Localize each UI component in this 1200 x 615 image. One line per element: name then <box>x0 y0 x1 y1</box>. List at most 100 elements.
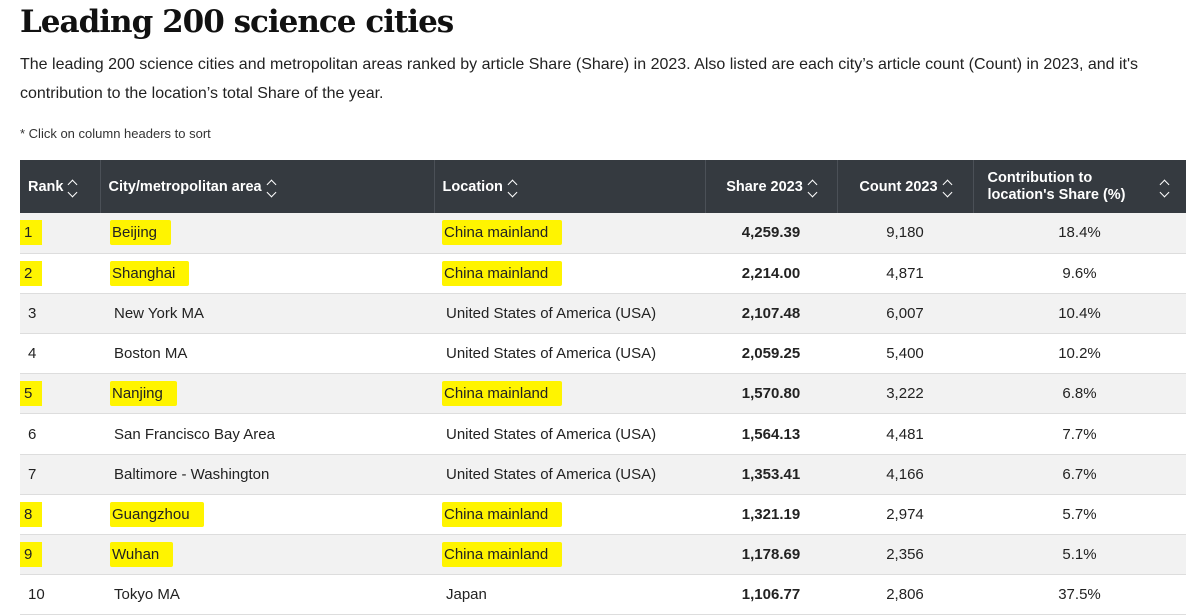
count-cell: 4,481 <box>837 414 973 454</box>
location-cell: China mainland <box>434 374 705 414</box>
table-row: 8 Guangzhou China mainland 1,321.19 2,974 5.7… <box>20 494 1186 535</box>
column-header-rank[interactable]: Rank <box>20 160 101 213</box>
location-cell: China mainland <box>434 494 705 534</box>
column-header-label: Share 2023 <box>726 178 803 195</box>
count-cell-text: 9,180 <box>886 224 924 242</box>
location-cell: United States of America (USA) <box>434 414 705 454</box>
column-header-location[interactable]: Location <box>434 160 706 213</box>
city-cell: New York MA <box>100 293 434 333</box>
rankings-table-container: Rank City/metropolitan area Location Sha… <box>20 160 1186 615</box>
rank-cell: 7 <box>20 454 100 494</box>
table-body: 1 Beijing China mainland 4,259.39 9,180 18.4%… <box>20 213 1186 615</box>
city-cell-text: Boston MA <box>114 345 188 363</box>
table-row: 10 Tokyo MA Japan 1,106.77 2,806 37.5% <box>20 574 1186 615</box>
rank-cell: 6 <box>20 414 100 454</box>
city-cell-text: San Francisco Bay Area <box>114 425 275 443</box>
share-cell: 1,353.41 <box>705 454 837 494</box>
contribution-cell-text: 7.7% <box>1062 425 1097 443</box>
location-cell: United States of America (USA) <box>434 334 705 374</box>
table-row: 4 Boston MA United States of America (USA)… <box>20 333 1186 374</box>
contribution-cell-text: 6.8% <box>1062 385 1097 403</box>
share-cell-text: 2,107.48 <box>741 304 801 322</box>
contribution-cell-text: 18.4% <box>1058 224 1101 242</box>
sort-icon <box>942 178 953 197</box>
city-cell-text: Baltimore - Washington <box>114 465 270 483</box>
table-row: 6 San Francisco Bay Area United States of … <box>20 413 1186 455</box>
contribution-cell: 5.7% <box>973 494 1186 534</box>
share-cell-text: 1,564.13 <box>741 425 801 443</box>
contribution-cell-text: 9.6% <box>1062 264 1097 282</box>
share-cell: 1,106.77 <box>705 575 837 615</box>
column-header-count[interactable]: Count 2023 <box>837 160 974 213</box>
contribution-cell: 37.5% <box>973 575 1186 615</box>
share-cell: 1,178.69 <box>705 535 837 575</box>
share-cell-text: 1,570.80 <box>741 385 801 403</box>
city-cell-text: Beijing <box>110 220 172 246</box>
rank-cell: 4 <box>20 334 100 374</box>
city-cell-text: Nanjing <box>110 381 177 407</box>
contribution-cell: 7.7% <box>973 414 1186 454</box>
city-cell-text: Tokyo MA <box>114 586 180 604</box>
rank-cell: 2 <box>20 253 100 293</box>
share-cell-text: 2,214.00 <box>741 264 801 282</box>
column-header-city[interactable]: City/metropolitan area <box>100 160 435 213</box>
location-cell-text: United States of America (USA) <box>446 345 657 363</box>
rank-cell-text: 6 <box>28 425 37 443</box>
count-cell-text: 6,007 <box>886 304 924 322</box>
city-cell: Boston MA <box>100 334 434 374</box>
contribution-cell-text: 37.5% <box>1058 586 1101 604</box>
count-cell-text: 2,974 <box>886 505 924 523</box>
rank-cell: 8 <box>20 494 100 534</box>
city-cell: Beijing <box>100 213 434 253</box>
table-header-row: Rank City/metropolitan area Location Sha… <box>20 160 1186 213</box>
share-cell-text: 4,259.39 <box>741 224 801 242</box>
location-cell-text: China mainland <box>442 220 563 246</box>
contribution-cell: 9.6% <box>973 253 1186 293</box>
location-cell-text: China mainland <box>442 542 563 568</box>
contribution-cell: 10.4% <box>973 293 1186 333</box>
sort-icon <box>266 178 277 197</box>
location-cell: China mainland <box>434 253 705 293</box>
rank-cell-text: 7 <box>28 465 37 483</box>
city-cell: Shanghai <box>100 253 434 293</box>
share-cell-text: 2,059.25 <box>741 345 801 363</box>
rank-cell: 9 <box>20 535 100 575</box>
rank-cell-text: 4 <box>28 345 37 363</box>
rank-cell: 5 <box>20 374 100 414</box>
table-row: 1 Beijing China mainland 4,259.39 9,180 18.4% <box>20 213 1186 254</box>
share-cell-text: 1,178.69 <box>741 546 801 564</box>
rank-cell-text: 8 <box>20 501 43 527</box>
count-cell: 9,180 <box>837 213 973 253</box>
contribution-cell: 6.8% <box>973 374 1186 414</box>
page-description: The leading 200 science cities and metro… <box>20 56 1139 102</box>
city-cell-text: New York MA <box>114 304 205 322</box>
city-cell: Baltimore - Washington <box>100 454 434 494</box>
table-row: 2 Shanghai China mainland 2,214.00 4,871 9.6% <box>20 253 1186 294</box>
contribution-cell-text: 10.4% <box>1058 304 1101 322</box>
count-cell-text: 4,166 <box>886 465 924 483</box>
contribution-cell: 10.2% <box>973 334 1186 374</box>
rank-cell-text: 3 <box>28 304 37 322</box>
contribution-cell: 5.1% <box>973 535 1186 575</box>
count-cell: 4,871 <box>837 253 973 293</box>
rank-cell-text: 1 <box>20 220 43 246</box>
share-cell-text: 1,321.19 <box>741 505 801 523</box>
rank-cell: 3 <box>20 293 100 333</box>
city-cell: Wuhan <box>100 535 434 575</box>
rank-cell-text: 10 <box>28 586 45 604</box>
table-row: 7 Baltimore - Washington United States of … <box>20 454 1186 495</box>
table-row: 3 New York MA United States of America (US… <box>20 293 1186 334</box>
location-cell: China mainland <box>434 213 705 253</box>
location-cell-text: United States of America (USA) <box>446 465 657 483</box>
location-cell-text: China mainland <box>442 501 563 527</box>
column-header-share[interactable]: Share 2023 <box>705 160 838 213</box>
location-cell-text: United States of America (USA) <box>446 304 657 322</box>
rank-cell: 1 <box>20 213 100 253</box>
contribution-cell-text: 6.7% <box>1062 465 1097 483</box>
count-cell-text: 2,806 <box>886 586 924 604</box>
share-cell: 4,259.39 <box>705 213 837 253</box>
location-cell-text: United States of America (USA) <box>446 425 657 443</box>
share-cell: 2,059.25 <box>705 334 837 374</box>
column-header-contribution[interactable]: Contribution to location's Share (%) <box>973 160 1186 213</box>
city-cell-text: Guangzhou <box>110 501 204 527</box>
